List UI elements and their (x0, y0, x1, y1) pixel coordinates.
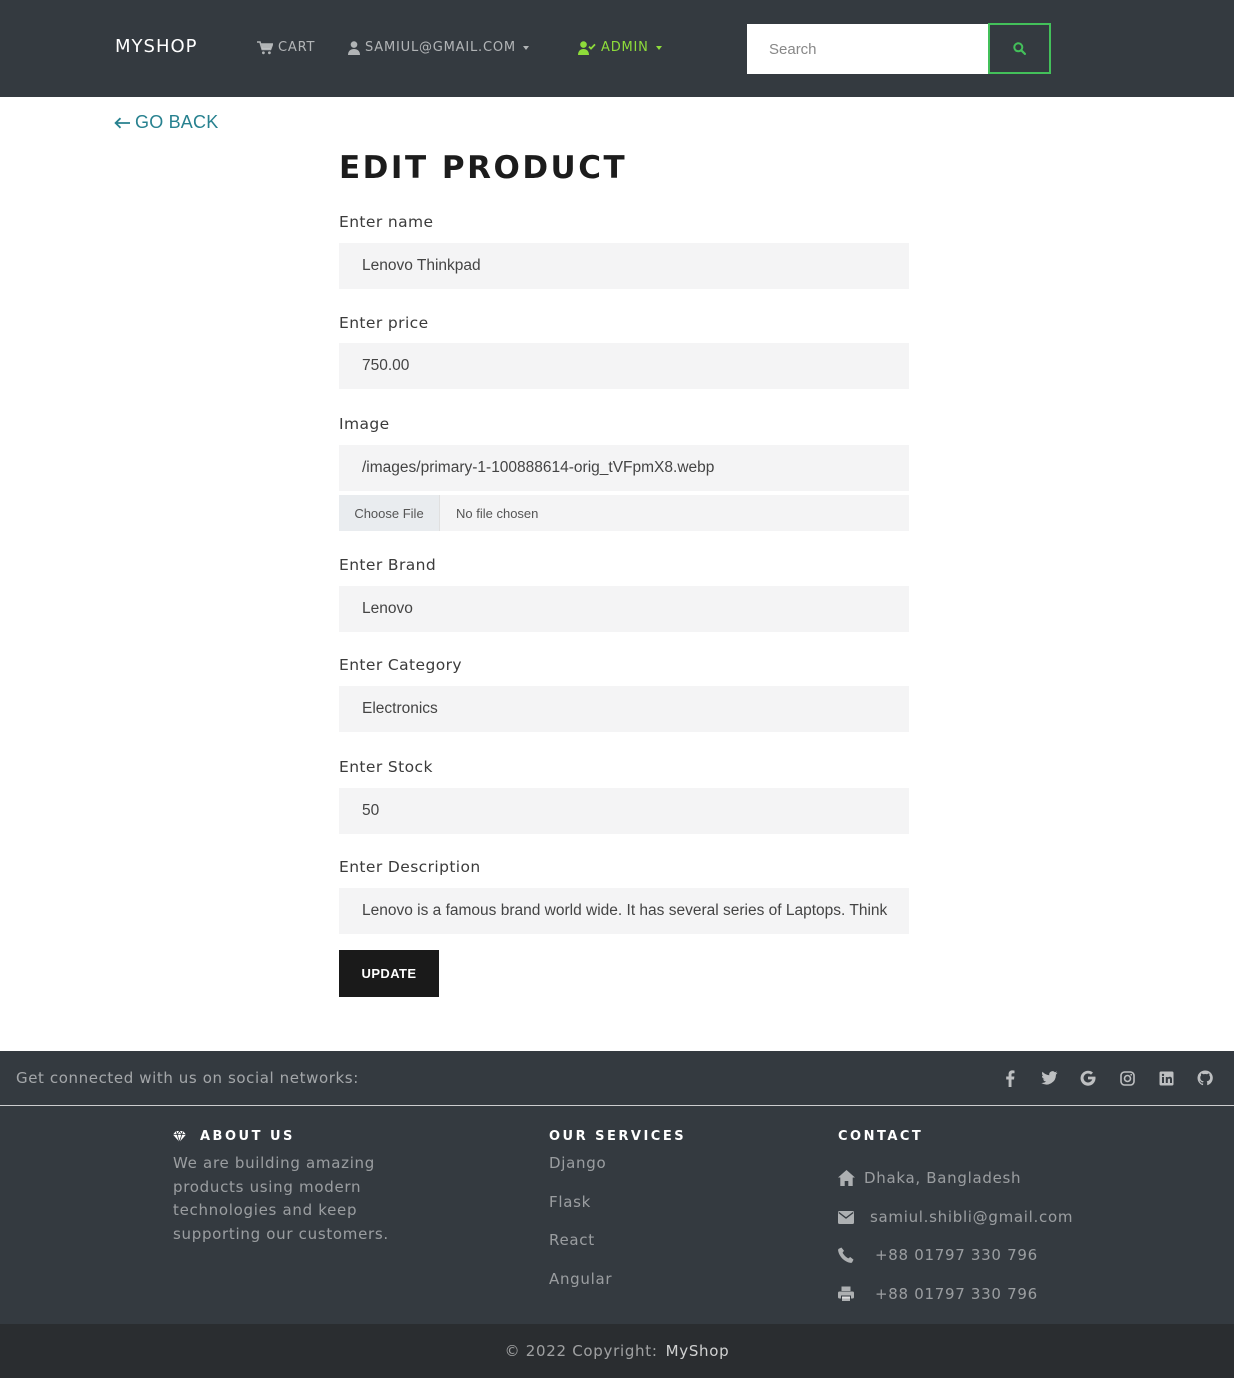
contact-fax: +88 01797 330 796 (838, 1285, 1038, 1303)
social-icons (1000, 1068, 1234, 1088)
phone-icon (838, 1247, 854, 1263)
category-input[interactable]: Electronics (339, 686, 909, 732)
choose-file-button[interactable]: Choose File (339, 495, 440, 531)
stock-input[interactable]: 50 (339, 788, 909, 834)
printer-icon (838, 1286, 854, 1302)
page-title: EDIT PRODUCT (339, 150, 628, 186)
category-label: Enter Category (339, 656, 462, 674)
name-label: Enter name (339, 213, 434, 231)
gem-icon (173, 1131, 186, 1142)
copyright-text: © 2022 Copyright: (504, 1342, 658, 1360)
arrow-left-icon (114, 117, 130, 128)
nav-user-dropdown[interactable]: SAMIUL@GMAIL.COM (348, 40, 529, 55)
name-input[interactable]: Lenovo Thinkpad (339, 243, 909, 289)
contact-address: Dhaka, Bangladesh (838, 1169, 1021, 1187)
contact-fax-text: +88 01797 330 796 (875, 1285, 1038, 1303)
contact-phone-text: +88 01797 330 796 (875, 1246, 1038, 1264)
about-heading: ABOUT US (173, 1129, 295, 1144)
social-text: Get connected with us on social networks… (16, 1069, 359, 1087)
description-input[interactable]: Lenovo is a famous brand world wide. It … (339, 888, 909, 934)
search-input[interactable] (747, 24, 988, 74)
nav-admin-label: ADMIN (601, 40, 649, 55)
user-icon (348, 40, 360, 55)
cart-icon (257, 40, 273, 54)
file-status: No file chosen (456, 505, 539, 521)
about-text: We are building amazing products using m… (173, 1154, 389, 1243)
contact-phone: +88 01797 330 796 (838, 1246, 1038, 1264)
facebook-icon[interactable] (1000, 1068, 1020, 1088)
footer-divider (0, 1105, 1234, 1106)
service-link-angular[interactable]: Angular (549, 1270, 612, 1288)
brand-logo[interactable]: MYSHOP (115, 36, 198, 57)
nav-cart-label: CART (278, 40, 316, 55)
service-link-django[interactable]: Django (549, 1154, 606, 1172)
service-link-flask[interactable]: Flask (549, 1193, 591, 1211)
contact-email: samiul.shibli@gmail.com (838, 1208, 1073, 1226)
image-label: Image (339, 415, 390, 433)
description-label: Enter Description (339, 858, 481, 876)
brand-input[interactable]: Lenovo (339, 586, 909, 632)
service-link-react[interactable]: React (549, 1231, 595, 1249)
instagram-icon[interactable] (1117, 1068, 1137, 1088)
image-path-input[interactable]: /images/primary-1-100888614-orig_tVFpmX8… (339, 445, 909, 491)
nav-user-label: SAMIUL@GMAIL.COM (365, 40, 516, 55)
copyright-brand-link[interactable]: MyShop (666, 1342, 730, 1360)
about-heading-label: ABOUT US (200, 1129, 295, 1144)
price-input[interactable]: 750.00 (339, 343, 909, 389)
services-heading: OUR SERVICES (549, 1129, 687, 1144)
twitter-icon[interactable] (1039, 1068, 1059, 1088)
file-upload: Choose File No file chosen (339, 495, 909, 531)
brand-label: Enter Brand (339, 556, 437, 574)
nav-cart-link[interactable]: CART (257, 40, 315, 55)
stock-label: Enter Stock (339, 758, 433, 776)
navbar: MYSHOP CART SAMIUL@GMAIL.COM ADMIN (0, 0, 1234, 97)
user-check-icon (578, 40, 596, 55)
contact-address-text: Dhaka, Bangladesh (864, 1169, 1022, 1187)
copyright-bar: © 2022 Copyright: MyShop (0, 1324, 1234, 1378)
search-button[interactable] (988, 23, 1051, 74)
github-icon[interactable] (1195, 1068, 1215, 1088)
nav-admin-dropdown[interactable]: ADMIN (578, 40, 662, 55)
linkedin-icon[interactable] (1156, 1068, 1176, 1088)
contact-email-text: samiul.shibli@gmail.com (870, 1208, 1074, 1226)
go-back-link[interactable]: GO BACK (114, 112, 218, 133)
chevron-down-icon (522, 45, 529, 50)
price-label: Enter price (339, 314, 429, 332)
go-back-label: GO BACK (135, 112, 219, 132)
contact-heading: CONTACT (838, 1129, 924, 1144)
update-button[interactable]: UPDATE (339, 950, 439, 997)
home-icon (838, 1170, 855, 1186)
chevron-down-icon (655, 45, 662, 50)
google-icon[interactable] (1078, 1068, 1098, 1088)
envelope-icon (838, 1210, 854, 1224)
search-icon (1013, 42, 1026, 55)
